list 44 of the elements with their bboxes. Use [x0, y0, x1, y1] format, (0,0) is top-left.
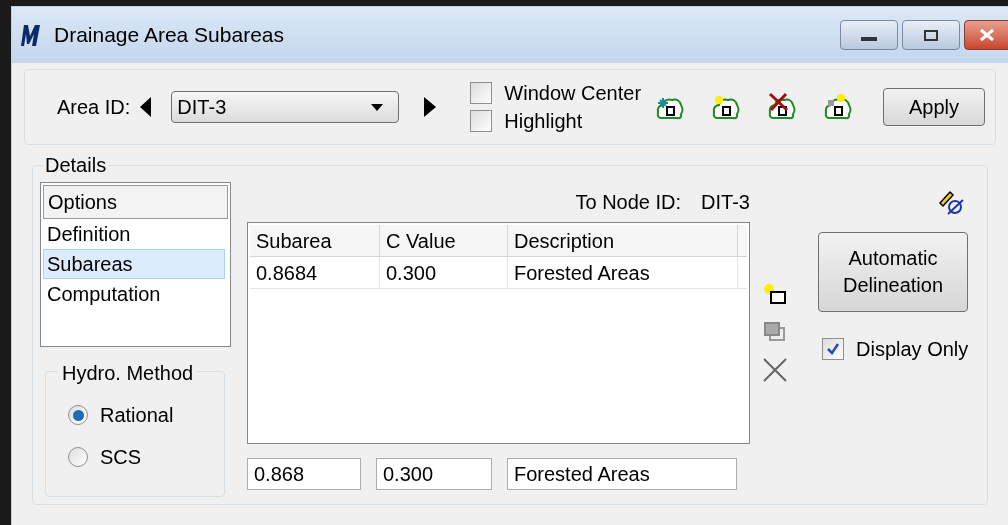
- area-id-label: Area ID:: [57, 95, 131, 120]
- maximize-button[interactable]: [902, 20, 960, 50]
- checkbox-label: Highlight: [504, 110, 583, 132]
- delete-row-icon[interactable]: [762, 358, 788, 382]
- previous-arrow-icon[interactable]: [140, 97, 153, 117]
- input-field[interactable]: Forested Areas: [507, 458, 737, 490]
- options-item[interactable]: Subareas: [43, 249, 225, 279]
- close-button[interactable]: [964, 20, 1008, 50]
- column-header[interactable]: Description: [508, 225, 738, 256]
- radio-label: SCS: [100, 445, 142, 470]
- table-cell: Forested Areas: [508, 257, 738, 288]
- copy-row-icon[interactable]: [762, 320, 788, 344]
- column-header[interactable]: Subarea: [250, 225, 380, 256]
- column-header[interactable]: C Value: [380, 225, 508, 256]
- options-header: Options: [43, 185, 228, 219]
- table-cell: 0.300: [380, 257, 508, 288]
- window-title: Drainage Area Subareas: [54, 22, 284, 49]
- radio-button[interactable]: [68, 405, 88, 425]
- apply-button[interactable]: Apply: [883, 88, 985, 126]
- input-field[interactable]: 0.300: [376, 458, 492, 490]
- caret-icon: [371, 103, 384, 111]
- radio-label: Rational: [100, 403, 174, 428]
- next-arrow-icon[interactable]: [424, 97, 437, 117]
- area-icon[interactable]: [823, 92, 854, 122]
- checkbox[interactable]: [470, 110, 493, 132]
- checkmark-icon: [825, 341, 841, 357]
- options-item[interactable]: Definition: [43, 219, 228, 249]
- checkbox[interactable]: [470, 82, 493, 104]
- delete-area-icon[interactable]: [767, 92, 798, 122]
- minimize-button[interactable]: [840, 20, 898, 50]
- checkbox-label: Display Only: [856, 337, 969, 362]
- input-field[interactable]: 0.868: [247, 458, 361, 490]
- area-id-dropdown[interactable]: DIT-3: [171, 91, 400, 123]
- radio-button[interactable]: [68, 447, 88, 467]
- close-icon: [978, 28, 996, 42]
- table-cell: 0.8684: [250, 257, 380, 288]
- checkbox[interactable]: [822, 338, 844, 360]
- automatic-delineation-button[interactable]: Automatic Delineation: [818, 232, 968, 312]
- add-row-icon[interactable]: [762, 282, 788, 306]
- to-node-value: DIT-3: [701, 190, 750, 215]
- options-item[interactable]: Computation: [43, 279, 228, 309]
- pencil-node-icon[interactable]: [938, 189, 965, 215]
- checkbox-label: Window Center: [504, 82, 642, 104]
- to-node-label: To Node ID:: [575, 190, 682, 215]
